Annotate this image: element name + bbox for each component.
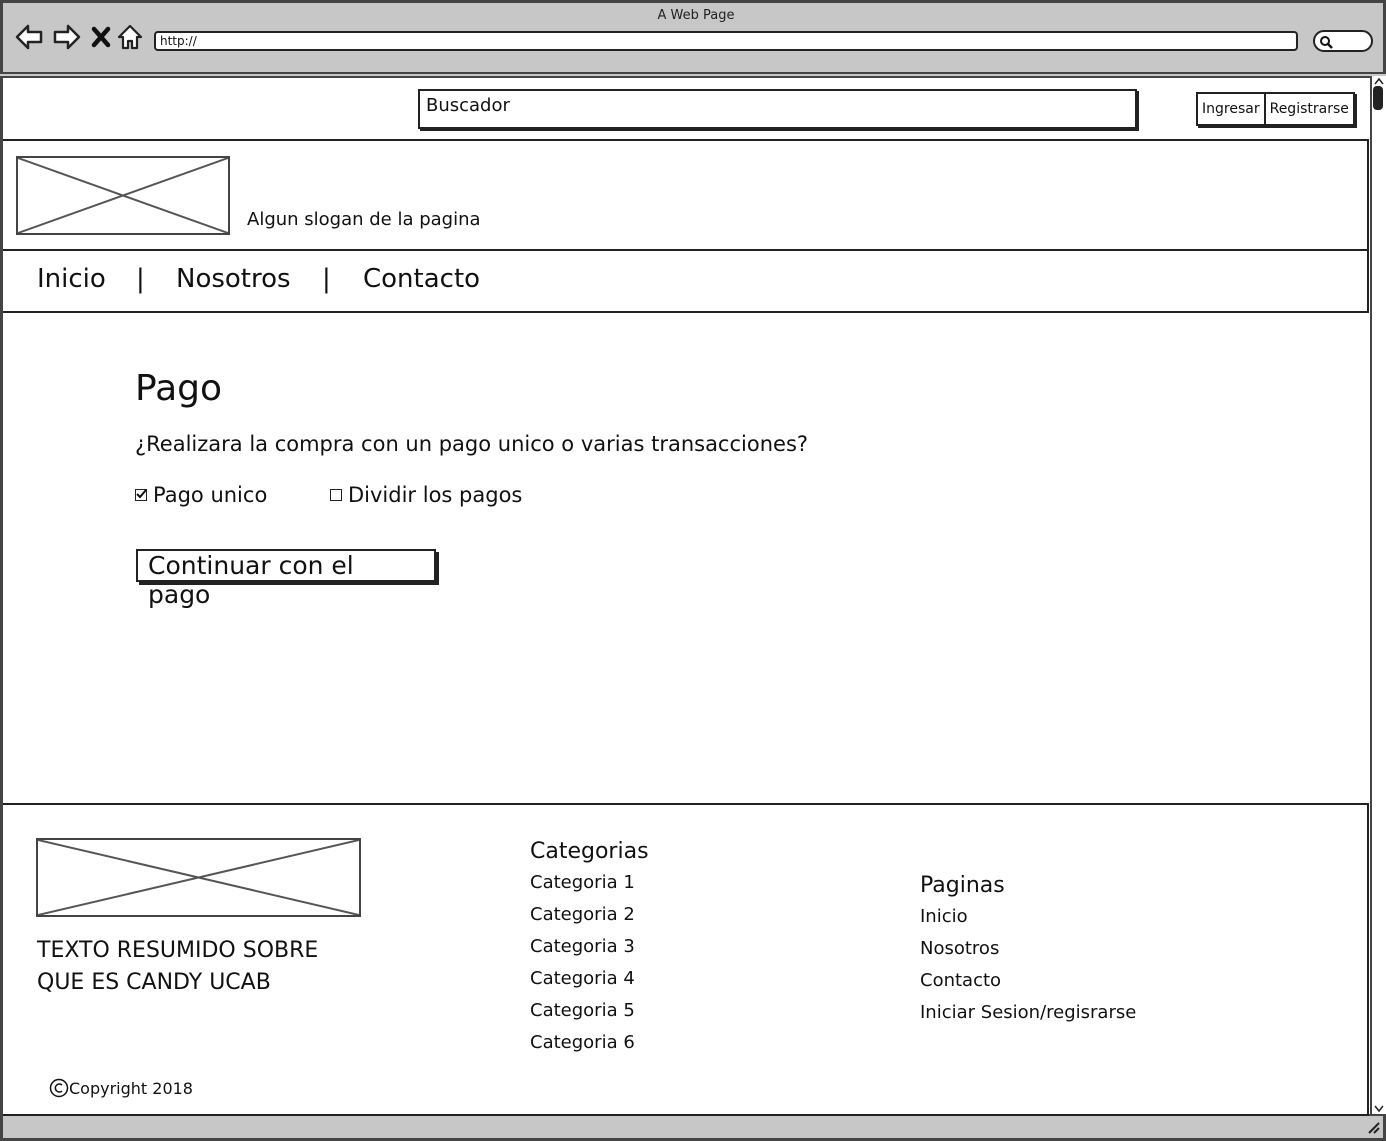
auth-buttons: Ingresar Registrarse: [1196, 92, 1355, 126]
nav-separator: |: [136, 264, 145, 294]
site-search-input[interactable]: Buscador: [418, 89, 1137, 129]
pages-title: Paginas: [920, 873, 1005, 898]
login-button[interactable]: Ingresar: [1198, 94, 1264, 124]
nav-item-inicio[interactable]: Inicio: [37, 264, 106, 294]
footer-summary-line: TEXTO RESUMIDO SOBRE: [37, 938, 319, 963]
page-link-nosotros[interactable]: Nosotros: [920, 938, 999, 959]
url-text: http://: [160, 34, 197, 48]
footer-summary-line: QUE ES CANDY UCAB: [37, 970, 271, 995]
category-link[interactable]: Categoria 6: [530, 1032, 635, 1053]
category-link[interactable]: Categoria 3: [530, 936, 635, 957]
option-label: Pago unico: [153, 483, 268, 507]
resize-grip-icon[interactable]: [1365, 1119, 1381, 1135]
back-icon[interactable]: [14, 22, 44, 52]
option-label: Dividir los pagos: [348, 483, 523, 507]
home-icon[interactable]: [115, 22, 145, 52]
vertical-scrollbar[interactable]: [1370, 76, 1386, 1116]
category-link[interactable]: Categoria 5: [530, 1000, 635, 1021]
checkbox-unchecked[interactable]: [330, 489, 342, 501]
option-pago-unico[interactable]: Pago unico: [135, 483, 267, 507]
option-dividir-pagos[interactable]: Dividir los pagos: [330, 483, 522, 507]
footer-summary: TEXTO RESUMIDO SOBRE QUE ES CANDY UCAB: [37, 935, 318, 999]
checkbox-checked[interactable]: [135, 489, 147, 501]
search-placeholder: Buscador: [426, 95, 510, 116]
category-link[interactable]: Categoria 2: [530, 904, 635, 925]
category-link[interactable]: Categoria 4: [530, 968, 635, 989]
page-link-inicio[interactable]: Inicio: [920, 906, 968, 927]
continue-payment-button[interactable]: Continuar con el pago: [136, 549, 436, 609]
footer-logo-placeholder: [36, 838, 361, 917]
page-title: Pago: [135, 368, 223, 409]
category-link[interactable]: Categoria 1: [530, 872, 635, 893]
slogan: Algun slogan de la pagina: [247, 209, 481, 230]
register-button[interactable]: Registrarse: [1263, 94, 1353, 124]
browser-search-field[interactable]: [1313, 30, 1373, 52]
nav-item-nosotros[interactable]: Nosotros: [176, 264, 291, 294]
status-bar: [0, 1114, 1386, 1141]
payment-question: ¿Realizara la compra con un pago unico o…: [135, 432, 809, 456]
checkmark-icon: [136, 489, 147, 499]
page-link-contacto[interactable]: Contacto: [920, 970, 1001, 991]
copyright-text: Copyright 2018: [69, 1078, 193, 1098]
copyright-icon: [49, 1078, 69, 1098]
window-title: A Web Page: [657, 8, 735, 23]
url-bar[interactable]: http://: [154, 31, 1298, 51]
page-link-login[interactable]: Iniciar Sesion/regisrarse: [920, 1002, 1136, 1023]
magnifier-icon: [1320, 36, 1333, 49]
scroll-thumb[interactable]: [1373, 86, 1383, 110]
copyright: Copyright 2018: [49, 1078, 193, 1098]
scroll-down-icon[interactable]: [1372, 1102, 1386, 1114]
nav-item-contacto[interactable]: Contacto: [363, 264, 480, 294]
categories-title: Categorias: [530, 839, 649, 864]
nav-separator: |: [322, 264, 331, 294]
forward-icon[interactable]: [52, 22, 82, 52]
logo-placeholder: [16, 156, 230, 235]
